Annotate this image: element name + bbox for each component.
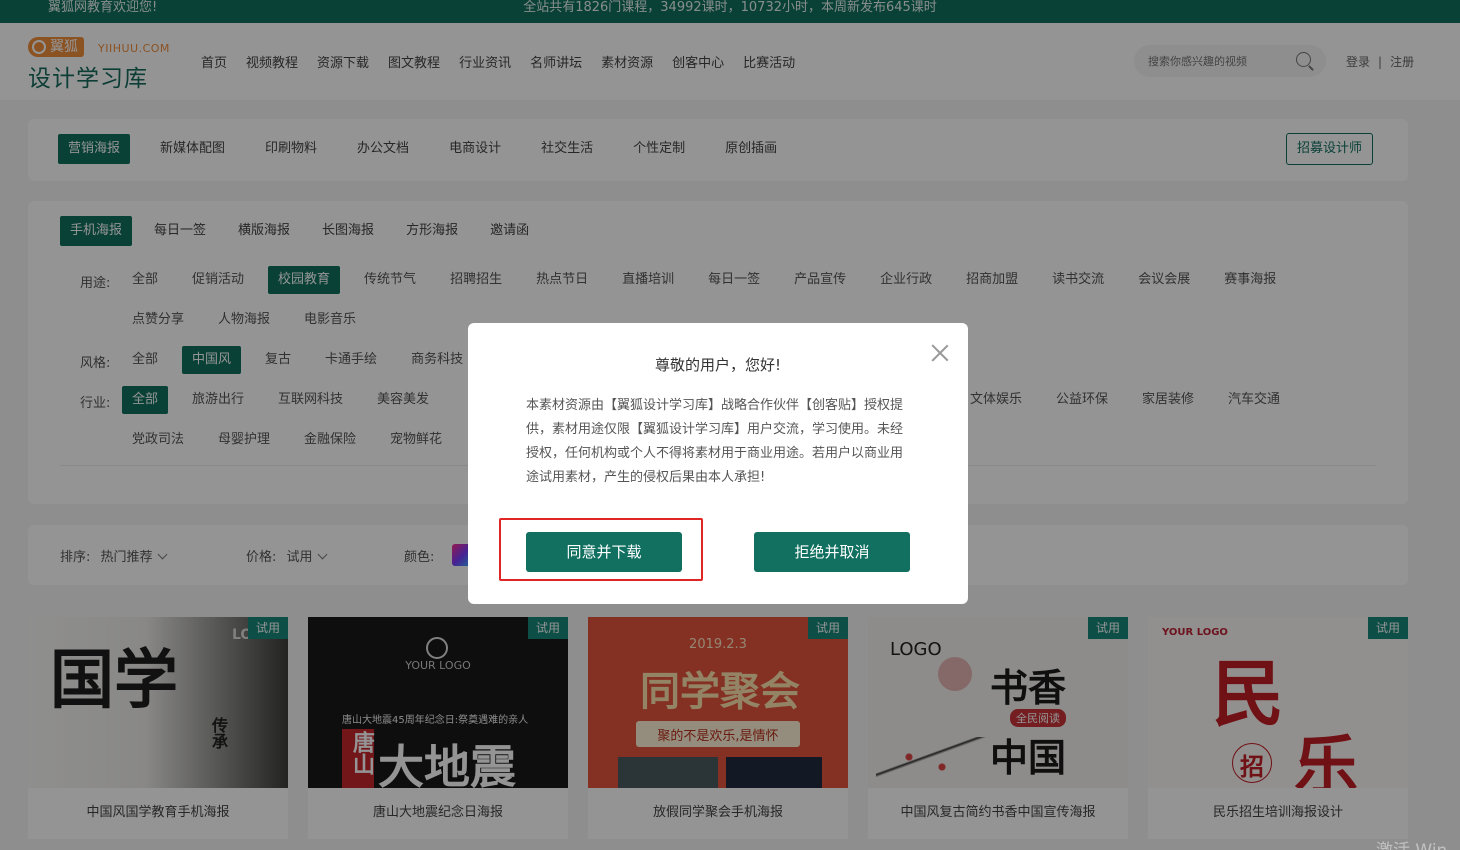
agree-download-button[interactable]: 同意并下载 (526, 532, 682, 572)
copyright-dialog: 尊敬的用户，您好! 本素材资源由【翼狐设计学习库】战略合作伙伴【创客贴】授权提供… (468, 323, 968, 604)
windows-activation-watermark: 激活 Win (1376, 836, 1447, 850)
refuse-cancel-button[interactable]: 拒绝并取消 (754, 532, 910, 572)
dialog-title: 尊敬的用户，您好! (654, 356, 781, 374)
dialog-body: 本素材资源由【翼狐设计学习库】战略合作伙伴【创客贴】授权提供，素材用途仅限【翼狐… (526, 398, 904, 485)
close-icon[interactable] (929, 342, 951, 364)
